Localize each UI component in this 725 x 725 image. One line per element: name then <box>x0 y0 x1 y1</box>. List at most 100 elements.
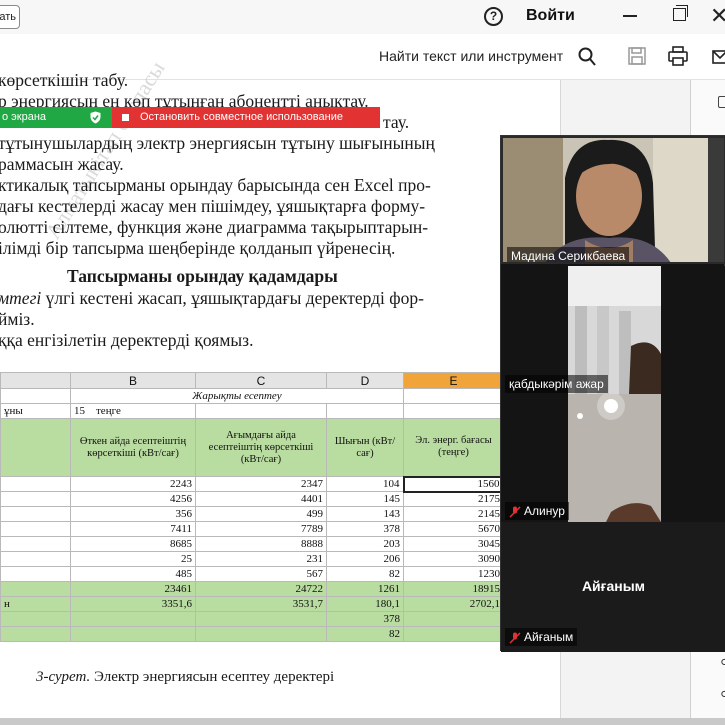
table-cell[interactable]: 4256 <box>70 491 196 507</box>
table-cell[interactable]: 1230 <box>403 566 504 582</box>
table-cell[interactable]: 3045 <box>403 536 504 552</box>
step-italic: мтегі <box>0 288 42 308</box>
table-header[interactable]: Өткен айда есептеіштің көрсеткіші (кВт/с… <box>70 418 196 477</box>
column-header[interactable]: B <box>70 372 196 389</box>
find-tool-label[interactable]: Найти текст или инструмент <box>379 48 563 64</box>
table-title[interactable]: Жарықты есептеу <box>70 388 404 404</box>
table-cell[interactable] <box>403 611 504 627</box>
tool-icon[interactable]: ⊂ <box>720 654 725 670</box>
table-cell[interactable]: 206 <box>326 551 404 567</box>
table-cell[interactable]: 499 <box>195 506 327 522</box>
table-cell[interactable]: 231 <box>195 551 327 567</box>
table-cell[interactable]: 2175 <box>403 491 504 507</box>
envelope-icon[interactable] <box>712 50 725 64</box>
participant-tile[interactable]: Мадина Серикбаева <box>501 136 725 264</box>
print-icon[interactable] <box>668 46 688 66</box>
table-cell[interactable]: 15 теңге <box>70 403 196 419</box>
table-cell[interactable]: 7789 <box>195 521 327 537</box>
table-cell[interactable]: 25 <box>70 551 196 567</box>
minimize-icon[interactable] <box>623 15 637 17</box>
column-header-selected[interactable]: E <box>403 372 504 389</box>
table-cell[interactable]: 3351,6 <box>70 596 196 612</box>
table-cell[interactable]: 567 <box>195 566 327 582</box>
table-cell[interactable]: 2243 <box>70 476 196 492</box>
table-cell[interactable] <box>0 491 71 507</box>
search-icon[interactable] <box>578 47 596 67</box>
table-cell[interactable]: 203 <box>326 536 404 552</box>
table-cell[interactable]: 82 <box>326 626 404 642</box>
text-line: тау. <box>383 112 410 132</box>
table-cell[interactable] <box>403 388 504 404</box>
participant-tile[interactable]: Алинур <box>501 394 725 522</box>
table-cell[interactable]: 5670 <box>403 521 504 537</box>
table-header[interactable]: Эл. энерг. бағасы (теңге) <box>403 418 504 477</box>
column-header[interactable] <box>0 372 71 389</box>
table-cell[interactable] <box>0 388 71 404</box>
table-cell[interactable] <box>0 611 71 627</box>
table-cell[interactable] <box>70 626 196 642</box>
table-cell[interactable]: 24722 <box>195 581 327 597</box>
table-cell[interactable]: 1560 <box>402 475 505 493</box>
table-cell[interactable] <box>0 506 71 522</box>
table-cell[interactable]: 3531,7 <box>195 596 327 612</box>
table-cell[interactable] <box>403 626 504 642</box>
login-button[interactable]: Войти <box>526 7 575 25</box>
table-cell[interactable] <box>195 611 327 627</box>
table-cell[interactable]: 3090 <box>403 551 504 567</box>
table-cell[interactable]: н <box>0 596 71 612</box>
table-cell[interactable] <box>0 566 71 582</box>
figure-caption: 3-сурет. Электр энергиясын есептеу дерек… <box>36 669 334 686</box>
table-cell[interactable]: 2145 <box>403 506 504 522</box>
table-cell[interactable]: 145 <box>326 491 404 507</box>
table-cell[interactable]: 82 <box>326 566 404 582</box>
table-cell[interactable] <box>195 626 327 642</box>
table-cell[interactable] <box>0 476 71 492</box>
step-text: үлгі кестені жасап, ұяшықтардағы деректе… <box>41 288 424 308</box>
table-cell[interactable]: 8888 <box>195 536 327 552</box>
table-cell[interactable] <box>0 626 71 642</box>
table-cell[interactable] <box>0 581 71 597</box>
tariff-row: ұны 15 теңге <box>0 403 504 419</box>
table-cell[interactable]: ұны <box>0 403 71 419</box>
table-cell[interactable]: 143 <box>326 506 404 522</box>
comment-icon[interactable] <box>718 96 725 108</box>
step-line: ққа енгізілетін деректерді қоямыз. <box>0 330 254 350</box>
restore-icon[interactable] <box>673 5 688 21</box>
table-cell[interactable] <box>0 536 71 552</box>
text-line: олютті сілтеме, функция және диаграмма т… <box>0 217 429 237</box>
table-cell[interactable]: 104 <box>326 476 404 492</box>
table-cell[interactable]: 4401 <box>195 491 327 507</box>
participant-tile[interactable]: қабдыкәрім ажар <box>501 266 725 394</box>
table-header[interactable]: Ағымдағы айда есептеіштің көрсеткіші (кВ… <box>195 418 327 477</box>
share-button[interactable]: ать <box>0 5 20 29</box>
table-header[interactable] <box>0 418 71 477</box>
table-cell[interactable]: 485 <box>70 566 196 582</box>
participant-tile[interactable]: Айғаным Айғаным <box>501 522 725 652</box>
table-cell[interactable] <box>195 403 327 419</box>
table-row: 4256 4401 145 2175 <box>0 491 504 507</box>
help-icon[interactable]: ? <box>484 7 503 26</box>
column-header[interactable]: D <box>326 372 404 389</box>
table-cell[interactable]: 23461 <box>70 581 196 597</box>
table-cell[interactable]: 356 <box>70 506 196 522</box>
table-cell[interactable]: 1261 <box>326 581 404 597</box>
save-icon[interactable] <box>628 47 646 65</box>
table-header[interactable]: Шығын (кВт/сағ) <box>326 418 404 477</box>
table-cell[interactable] <box>403 403 504 419</box>
table-cell[interactable]: 2347 <box>195 476 327 492</box>
table-cell[interactable] <box>0 551 71 567</box>
stop-sharing-button[interactable]: Остановить совместное использование <box>112 107 380 128</box>
column-header[interactable]: C <box>195 372 327 389</box>
table-cell[interactable]: 2702,1 <box>403 596 504 612</box>
table-cell[interactable]: 378 <box>326 611 404 627</box>
table-cell[interactable]: 18915 <box>403 581 504 597</box>
table-cell[interactable] <box>70 611 196 627</box>
tool-icon[interactable]: ⊂ <box>720 686 725 702</box>
table-cell[interactable] <box>326 403 404 419</box>
close-icon[interactable]: ✕ <box>710 3 725 29</box>
table-cell[interactable]: 378 <box>326 521 404 537</box>
table-cell[interactable]: 8685 <box>70 536 196 552</box>
table-cell[interactable]: 7411 <box>70 521 196 537</box>
table-cell[interactable] <box>0 521 71 537</box>
table-cell[interactable]: 180,1 <box>326 596 404 612</box>
